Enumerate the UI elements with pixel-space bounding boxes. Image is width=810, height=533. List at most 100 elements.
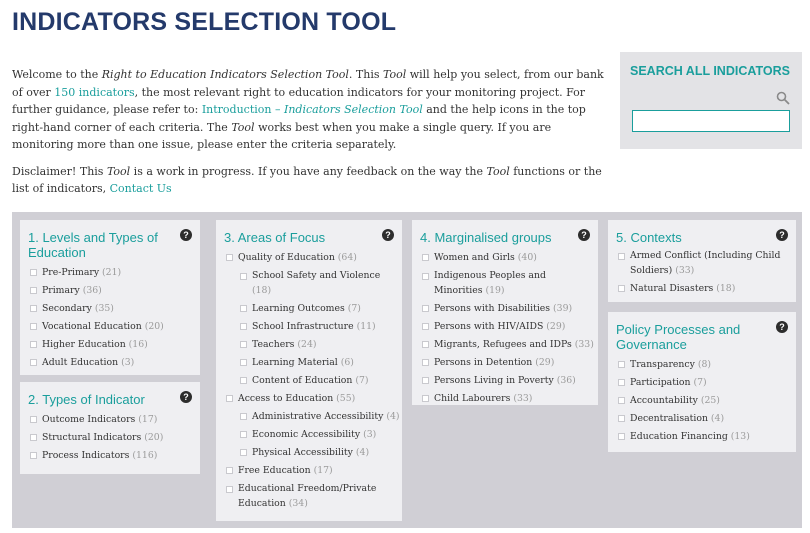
option-checkbox[interactable] [618, 285, 625, 292]
option-checkbox[interactable] [240, 273, 247, 280]
contexts-option[interactable]: Armed Conflict (Including Child Soldiers… [616, 249, 788, 278]
policy-option[interactable]: Decentralisation (4) [616, 410, 788, 428]
introduction-link-label: Introduction – [201, 103, 284, 116]
option-checkbox[interactable] [422, 273, 429, 280]
option-checkbox[interactable] [422, 359, 429, 366]
option-label: Pre-Primary [42, 267, 100, 278]
search-input[interactable] [632, 110, 790, 132]
option-checkbox[interactable] [240, 413, 247, 420]
help-icon[interactable]: ? [776, 229, 788, 241]
marginalised-option[interactable]: Persons in Detention (29) [420, 354, 590, 372]
option-checkbox[interactable] [422, 341, 429, 348]
option-checkbox[interactable] [226, 467, 233, 474]
focus-option[interactable]: Quality of Education (64) [224, 249, 394, 267]
option-checkbox[interactable] [618, 415, 625, 422]
option-checkbox[interactable] [226, 395, 233, 402]
focus-option[interactable]: Educational Freedom/Private Education (3… [224, 482, 394, 511]
option-checkbox[interactable] [422, 377, 429, 384]
option-checkbox[interactable] [422, 305, 429, 312]
help-icon[interactable]: ? [382, 229, 394, 241]
marginalised-option[interactable]: Migrants, Refugees and IDPs (33) [420, 336, 594, 354]
option-checkbox[interactable] [30, 341, 37, 348]
focus-option[interactable]: Free Education (17) [224, 462, 394, 480]
option-checkbox[interactable] [240, 305, 247, 312]
types-options: Outcome Indicators (17) Structural Indica… [28, 411, 192, 465]
option-checkbox[interactable] [618, 253, 625, 260]
contact-us-link[interactable]: Contact Us [110, 182, 172, 195]
option-checkbox[interactable] [226, 254, 233, 261]
types-option[interactable]: Process Indicators (116) [28, 447, 192, 465]
option-count: (18) [252, 284, 272, 296]
focus-option[interactable]: Teachers (24) [238, 336, 394, 354]
focus-option[interactable]: Content of Education (7) [238, 372, 394, 390]
focus-option[interactable]: Economic Accessibility (3) [238, 426, 394, 444]
levels-option[interactable]: Higher Education (16) [28, 336, 192, 354]
option-checkbox[interactable] [240, 359, 247, 366]
option-checkbox[interactable] [30, 359, 37, 366]
option-checkbox[interactable] [226, 486, 233, 493]
focus-option[interactable]: Administrative Accessibility (4) [238, 408, 399, 426]
policy-option[interactable]: Transparency (8) [616, 356, 788, 374]
levels-option[interactable]: Secondary (35) [28, 300, 192, 318]
disclaimer-text-segment: is a work in progress. If you have any f… [130, 164, 487, 178]
focus-option[interactable]: School Safety and Violence (18) [238, 269, 394, 298]
policy-option[interactable]: Education Financing (13) [616, 428, 788, 446]
indicators-count-link[interactable]: 150 indicators [54, 86, 134, 99]
option-checkbox[interactable] [30, 416, 37, 423]
option-checkbox[interactable] [30, 305, 37, 312]
option-label: Child Labourers [434, 393, 511, 404]
policy-option[interactable]: Accountability (25) [616, 392, 788, 410]
option-checkbox[interactable] [240, 449, 247, 456]
option-checkbox[interactable] [618, 379, 625, 386]
option-checkbox[interactable] [30, 323, 37, 330]
levels-option[interactable]: Primary (36) [28, 282, 192, 300]
types-option[interactable]: Outcome Indicators (17) [28, 411, 192, 429]
option-checkbox[interactable] [422, 395, 429, 402]
option-checkbox[interactable] [240, 341, 247, 348]
marginalised-option[interactable]: Persons Living in Poverty (36) [420, 372, 590, 390]
focus-option[interactable]: Access to Education (55) [224, 390, 394, 408]
option-label: Economic Accessibility [252, 429, 361, 440]
search-icon[interactable] [776, 91, 790, 105]
marginalised-option[interactable]: Persons with Disabilities (39) [420, 300, 590, 318]
option-checkbox[interactable] [240, 323, 247, 330]
option-checkbox[interactable] [240, 377, 247, 384]
help-icon[interactable]: ? [578, 229, 590, 241]
marginalised-option[interactable]: Indigenous Peoples and Minorities (19) [420, 269, 590, 298]
marginalised-option[interactable]: Child Labourers (33) [420, 390, 590, 408]
focus-option[interactable]: Physical Accessibility (4) [238, 444, 394, 462]
contexts-option[interactable]: Natural Disasters (18) [616, 280, 788, 298]
option-checkbox[interactable] [30, 434, 37, 441]
focus-option[interactable]: School Infrastructure (11) [238, 318, 394, 336]
levels-option[interactable]: Pre-Primary (21) [28, 264, 192, 282]
policy-options: Transparency (8) Participation (7) Account… [616, 356, 788, 446]
option-count: (3) [121, 357, 135, 368]
option-count: (34) [288, 497, 308, 509]
option-checkbox[interactable] [618, 433, 625, 440]
option-checkbox[interactable] [30, 287, 37, 294]
option-checkbox[interactable] [240, 431, 247, 438]
help-icon[interactable]: ? [776, 321, 788, 333]
help-icon[interactable]: ? [180, 229, 192, 241]
option-checkbox[interactable] [618, 397, 625, 404]
focus-card: 3. Areas of Focus ? Quality of Education… [216, 220, 402, 521]
intro-paragraph: Welcome to the Right to Education Indica… [12, 66, 606, 154]
focus-option[interactable]: Learning Material (6) [238, 354, 394, 372]
introduction-link[interactable]: Introduction – Indicators Selection Tool [202, 103, 423, 116]
option-checkbox[interactable] [30, 269, 37, 276]
marginalised-option[interactable]: Persons with HIV/AIDS (29) [420, 318, 590, 336]
policy-option[interactable]: Participation (7) [616, 374, 788, 392]
option-checkbox[interactable] [618, 361, 625, 368]
help-icon[interactable]: ? [180, 391, 192, 403]
levels-option[interactable]: Adult Education (3) [28, 354, 192, 372]
types-option[interactable]: Structural Indicators (20) [28, 429, 192, 447]
focus-option[interactable]: Learning Outcomes (7) [238, 300, 394, 318]
intro-tool-word: Tool [382, 68, 407, 81]
option-label: Content of Education [252, 375, 353, 386]
contexts-title: 5. Contexts [616, 230, 682, 245]
option-checkbox[interactable] [422, 254, 429, 261]
option-checkbox[interactable] [422, 323, 429, 330]
option-checkbox[interactable] [30, 452, 37, 459]
levels-option[interactable]: Vocational Education (20) [28, 318, 192, 336]
marginalised-option[interactable]: Women and Girls (40) [420, 249, 590, 267]
